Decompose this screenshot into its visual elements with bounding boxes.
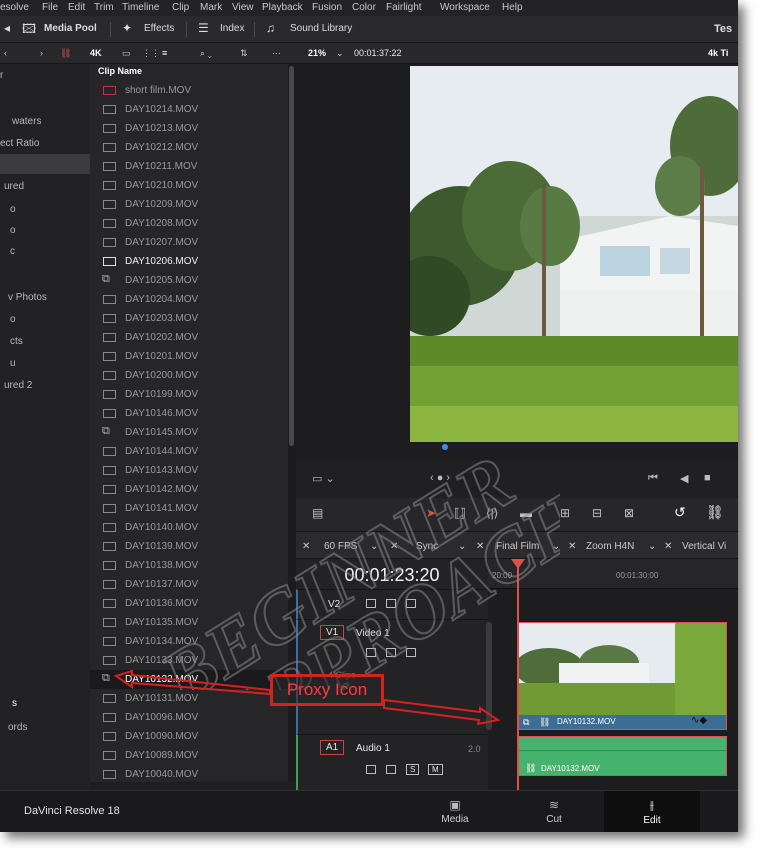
page-edit-label: Edit: [643, 815, 661, 826]
page-media-label: Media: [441, 814, 469, 825]
annotation-arrows: [113, 669, 501, 726]
page-cut-label: Cut: [546, 814, 562, 825]
davinci-resolve-window: esolve File Edit Trim Timeline Clip Mark…: [0, 0, 738, 832]
media-page-icon: ▣: [449, 798, 461, 812]
proxy-icon-callout: Proxy Icon: [270, 674, 384, 706]
cut-page-icon: ≋: [548, 798, 560, 812]
page-edit[interactable]: ⫲ Edit: [604, 791, 700, 832]
app-brand: DaVinci Resolve 18: [24, 805, 120, 817]
page-media[interactable]: ▣ Media: [425, 791, 485, 832]
page-cut[interactable]: ≋ Cut: [524, 791, 584, 832]
page-navigation-bar: DaVinci Resolve 18 ▣ Media ≋ Cut ⫲ Edit: [0, 790, 738, 832]
edit-page-icon: ⫲: [650, 798, 654, 812]
